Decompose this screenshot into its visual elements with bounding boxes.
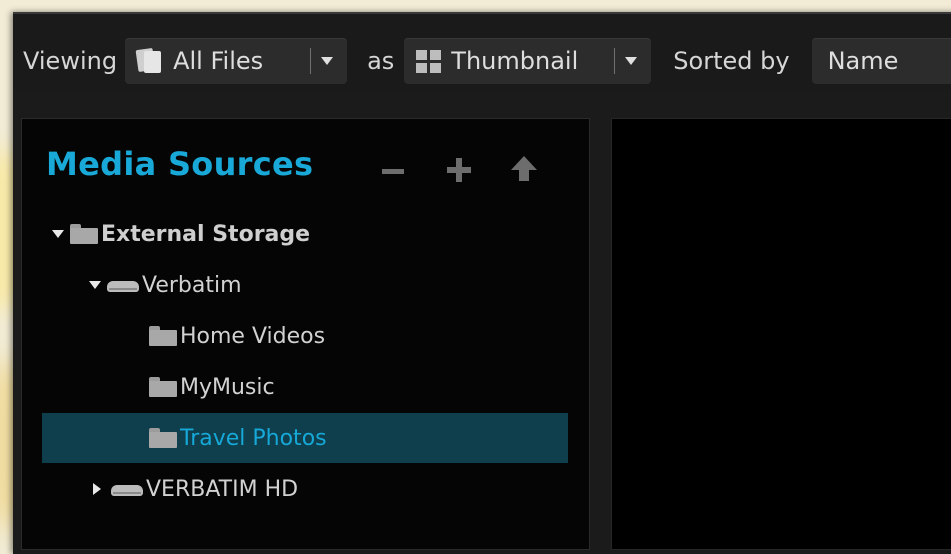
tree-item-label: External Storage — [101, 221, 311, 247]
sort-by-value: Name — [827, 47, 899, 75]
drive-icon — [111, 481, 143, 497]
top-toolbar: Viewing All Files as Thumbnail Sorted by — [13, 20, 951, 90]
add-icon[interactable] — [447, 158, 471, 182]
tree-item-label: MyMusic — [180, 374, 275, 400]
tree-item-label: Travel Photos — [180, 425, 327, 451]
folder-icon — [149, 428, 177, 448]
content-panel — [611, 118, 951, 550]
folder-icon — [149, 377, 177, 397]
tree-item-mymusic[interactable]: MyMusic — [42, 362, 675, 412]
view-mode-value: Thumbnail — [451, 47, 579, 75]
tree-item-verbatim[interactable]: Verbatim — [42, 260, 615, 310]
chevron-down-icon[interactable] — [625, 57, 638, 65]
expand-arrow-icon[interactable] — [93, 483, 101, 495]
chevron-down-icon[interactable] — [321, 57, 334, 65]
expand-arrow-icon[interactable] — [52, 230, 64, 238]
view-toolbar: Viewing All Files as Thumbnail Sorted by — [13, 36, 951, 86]
as-label: as — [367, 47, 395, 75]
expand-arrow-icon[interactable] — [89, 281, 101, 289]
folder-icon — [70, 224, 98, 244]
sort-by-dropdown[interactable]: Name — [811, 38, 951, 84]
dropdown-divider — [614, 48, 616, 74]
tree-item-verbatim-hd[interactable]: VERBATIM HD — [42, 464, 619, 514]
viewing-label: Viewing — [23, 47, 118, 75]
tree-item-home-videos[interactable]: Home Videos — [42, 311, 675, 361]
tree-item-label: Verbatim — [142, 272, 242, 298]
tree-item-external-storage[interactable]: External Storage — [42, 209, 578, 259]
folder-icon — [149, 326, 177, 346]
dropdown-divider — [310, 48, 312, 74]
drive-icon — [107, 277, 139, 293]
remove-icon[interactable] — [382, 169, 404, 174]
sorted-by-label: Sorted by — [673, 47, 790, 75]
view-filter-value: All Files — [173, 47, 264, 75]
view-filter-dropdown[interactable]: All Files — [125, 38, 348, 84]
media-sources-title: Media Sources — [46, 145, 314, 183]
media-sources-panel: Media Sources External Storage Verbatim … — [21, 118, 590, 550]
tree-item-label: VERBATIM HD — [146, 476, 299, 502]
tree-item-label: Home Videos — [180, 323, 326, 349]
grid-icon — [416, 49, 442, 73]
tree-item-travel-photos[interactable]: Travel Photos — [42, 413, 568, 463]
view-mode-dropdown[interactable]: Thumbnail — [404, 38, 652, 84]
files-icon — [135, 47, 163, 75]
app-window: Viewing All Files as Thumbnail Sorted by — [13, 12, 951, 554]
up-arrow-icon[interactable] — [511, 156, 537, 182]
